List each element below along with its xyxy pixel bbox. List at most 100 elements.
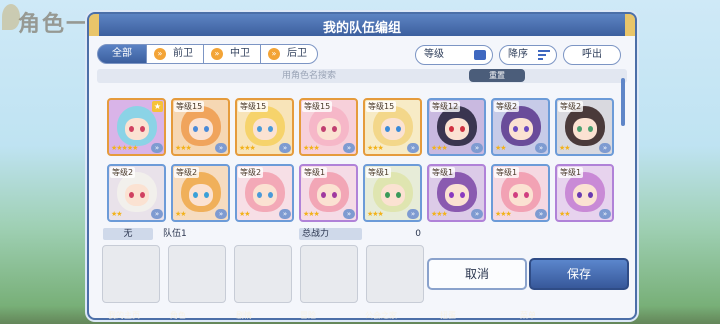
character-level: 等级2 <box>558 101 584 112</box>
reset-button[interactable]: 重置 <box>469 69 525 82</box>
star-rating: ★★ <box>175 210 187 218</box>
character-card[interactable]: 等级1 ★★ » <box>555 164 614 222</box>
character-card[interactable]: 等级1 ★★★ » <box>491 164 550 222</box>
dialog-title: 我的队伍编组 <box>322 21 401 36</box>
character-card[interactable]: 等级1 ★★★ » <box>427 164 486 222</box>
nav-item: 剧情 <box>236 311 252 320</box>
character-card[interactable]: 等级2 ★★ » <box>107 164 166 222</box>
detail-arrow-icon: » <box>535 209 547 219</box>
midguard-icon: » <box>211 48 223 60</box>
character-level: 等级2 <box>110 167 136 178</box>
character-card[interactable]: 等级15 ★★★ » <box>299 98 358 156</box>
team-slot-4[interactable] <box>300 245 358 303</box>
eye <box>204 192 209 198</box>
eye <box>193 126 198 132</box>
star-rating: ★★★ <box>175 144 192 152</box>
eye <box>332 126 337 132</box>
star-rating: ★★★ <box>367 144 384 152</box>
save-button[interactable]: 保存 <box>529 258 629 290</box>
character-card[interactable]: ★ ★★★★★» <box>107 98 166 156</box>
eye <box>460 192 465 198</box>
tab-middle-label: 中卫 <box>230 48 250 59</box>
eye <box>524 192 529 198</box>
character-card[interactable]: 等级15 ★★★ » <box>235 98 294 156</box>
character-card[interactable]: 等级1 ★★★ » <box>363 164 422 222</box>
star-rating: ★★★ <box>367 210 384 218</box>
team-slot-3[interactable] <box>234 245 292 303</box>
character-card[interactable]: 等级12 ★★★ » <box>427 98 486 156</box>
eye <box>449 192 454 198</box>
character-card[interactable]: 等级15 ★★★ » <box>363 98 422 156</box>
team-slot-5[interactable] <box>366 245 424 303</box>
nav-item: 我的主页 <box>108 311 140 320</box>
order-button[interactable]: 降序 <box>499 45 557 65</box>
eye <box>257 192 262 198</box>
character-level: 等级15 <box>302 101 333 112</box>
team-slot-2[interactable] <box>168 245 226 303</box>
character-card[interactable]: 等级2 ★★ » <box>491 98 550 156</box>
star-rating: ★★★ <box>239 144 256 152</box>
detail-arrow-icon: » <box>599 143 611 153</box>
character-card[interactable]: 等级2 ★★ » <box>235 164 294 222</box>
sort-by-label: 等级 <box>424 49 444 60</box>
star-rating: ★★★ <box>495 210 512 218</box>
star-rating: ★★ <box>559 144 571 152</box>
nav-item: 冒险 <box>300 311 316 320</box>
eye <box>321 192 326 198</box>
detail-arrow-icon: » <box>343 209 355 219</box>
eye <box>332 192 337 198</box>
favorite-star-icon: ★ <box>152 101 163 112</box>
character-level: 等级1 <box>366 167 392 178</box>
eye <box>396 126 401 132</box>
character-level: 等级15 <box>366 101 397 112</box>
eye <box>140 126 145 132</box>
total-power-value: 0 <box>415 229 421 239</box>
eye <box>396 192 401 198</box>
character-card[interactable]: 等级2 ★★ » <box>171 164 230 222</box>
character-level: 等级1 <box>302 167 328 178</box>
eye <box>140 192 145 198</box>
eye <box>577 192 582 198</box>
team-edit-dialog: 我的队伍编组 全部 » 前卫 » 中卫 » 后卫 等级 降序 呼出 用角色名搜索 重置… <box>87 12 637 320</box>
eye <box>129 192 134 198</box>
search-row: 用角色名搜索 重置 <box>97 69 627 83</box>
star-rating: ★★★ <box>431 144 448 152</box>
character-card[interactable]: 等级15 ★★★ » <box>171 98 230 156</box>
tab-back[interactable]: » 后卫 <box>260 44 318 64</box>
team-slot-1[interactable] <box>102 245 160 303</box>
eye <box>129 126 134 132</box>
star-rating: ★★★ <box>303 210 320 218</box>
tab-middle[interactable]: » 中卫 <box>203 44 261 64</box>
dialog-titlebar: 我的队伍编组 <box>89 14 635 36</box>
eye <box>524 126 529 132</box>
eye <box>513 126 518 132</box>
detail-arrow-icon: » <box>599 209 611 219</box>
character-card[interactable]: 等级1 ★★★ » <box>299 164 358 222</box>
sort-by-button[interactable]: 等级 <box>415 45 493 65</box>
cancel-button[interactable]: 取消 <box>427 258 527 290</box>
tab-all[interactable]: 全部 <box>97 44 147 64</box>
detail-arrow-icon: » <box>471 209 483 219</box>
star-rating: ★★★ <box>431 210 448 218</box>
eye <box>268 126 273 132</box>
scrollbar[interactable] <box>621 78 625 126</box>
star-rating: ★★ <box>495 144 507 152</box>
detail-arrow-icon: » <box>407 209 419 219</box>
detail-arrow-icon: » <box>279 209 291 219</box>
detail-arrow-icon: » <box>407 143 419 153</box>
call-label: 呼出 <box>582 49 602 60</box>
character-level: 等级15 <box>174 101 205 112</box>
eye <box>449 126 454 132</box>
tab-front[interactable]: » 前卫 <box>146 44 204 64</box>
nav-item: 角色 <box>170 311 186 320</box>
detail-arrow-icon: » <box>279 143 291 153</box>
detail-arrow-icon: » <box>471 143 483 153</box>
sort-order-icon <box>538 50 550 60</box>
team-name: 队伍1 <box>163 229 187 239</box>
star-rating: ★★★ <box>303 144 320 152</box>
eye <box>577 126 582 132</box>
character-card[interactable]: 等级2 ★★ » <box>555 98 614 156</box>
search-input[interactable]: 用角色名搜索 <box>282 70 442 82</box>
call-button[interactable]: 呼出 <box>563 45 621 65</box>
eye <box>193 192 198 198</box>
